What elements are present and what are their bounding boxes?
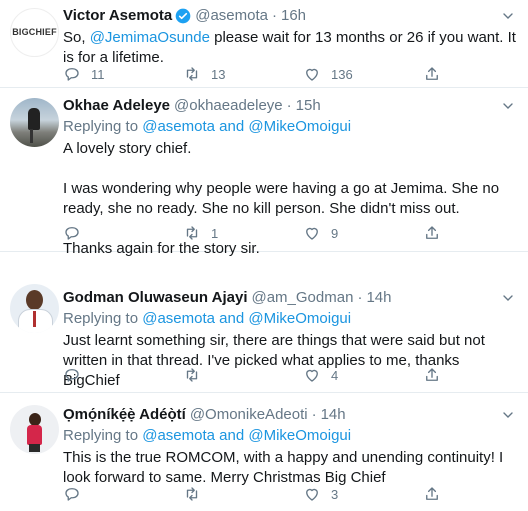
- tweet-actions: 4: [63, 366, 516, 384]
- share-button[interactable]: [423, 366, 441, 384]
- share-button[interactable]: [423, 224, 441, 242]
- timestamp[interactable]: 14h: [366, 288, 391, 308]
- tweet-text: So, @JemimaOsunde please wait for 13 mon…: [63, 29, 516, 66]
- like-icon: [306, 227, 318, 240]
- like-icon: [306, 68, 318, 81]
- avatar-figure-body: [27, 425, 42, 445]
- chevron-down-icon[interactable]: [500, 8, 516, 24]
- retweet-icon: [186, 487, 198, 501]
- reply-icon: [65, 227, 79, 240]
- avatar-figure: [28, 108, 40, 130]
- share-button[interactable]: [423, 65, 441, 83]
- reply-icon: [65, 68, 79, 81]
- mention-link[interactable]: @MikeOmoigui: [248, 427, 351, 444]
- like-button[interactable]: 3: [303, 485, 423, 503]
- like-icon: [306, 488, 318, 501]
- bigchief-logo: BIGCHIEF: [12, 27, 57, 37]
- tweet[interactable]: Godman Oluwaseun Ajayi @am_Godman · 14h …: [0, 252, 528, 393]
- share-icon: [426, 226, 438, 239]
- avatar-figure-tie: [33, 311, 36, 327]
- mention-link[interactable]: @JemimaOsunde: [90, 29, 210, 46]
- retweet-icon: [186, 226, 198, 240]
- reply-button[interactable]: [63, 224, 183, 242]
- reply-button[interactable]: [63, 485, 183, 503]
- tweet[interactable]: Okhae Adeleye @okhaeadeleye · 15h Replyi…: [0, 88, 528, 257]
- replying-to: Replying to @asemota and @MikeOmoigui: [63, 427, 352, 444]
- retweet-button[interactable]: [183, 485, 303, 503]
- mention-link[interactable]: @MikeOmoigui: [248, 118, 351, 135]
- chevron-down-icon[interactable]: [500, 290, 516, 306]
- retweet-button[interactable]: [183, 366, 303, 384]
- reply-icon: [65, 369, 79, 382]
- retweet-icon: [186, 368, 198, 382]
- tweet-actions: 3: [63, 485, 516, 503]
- reply-button[interactable]: [63, 366, 183, 384]
- user-handle[interactable]: @okhaeadeleye: [174, 96, 283, 116]
- share-icon: [426, 67, 438, 80]
- tweet-actions: 11 13 136: [63, 65, 516, 83]
- share-button[interactable]: [423, 485, 441, 503]
- replying-to: Replying to @asemota and @MikeOmoigui: [63, 310, 352, 327]
- like-button[interactable]: 136: [303, 65, 423, 83]
- mention-link[interactable]: @MikeOmoigui: [248, 310, 351, 327]
- like-button[interactable]: 9: [303, 224, 423, 242]
- like-count: 4: [331, 367, 339, 383]
- avatar[interactable]: BIGCHIEF: [10, 8, 59, 57]
- avatar[interactable]: [10, 284, 59, 333]
- share-icon: [426, 368, 438, 381]
- retweet-count: 13: [211, 66, 226, 82]
- user-handle[interactable]: @OmonikeAdeoti: [190, 405, 308, 425]
- reply-count: 11: [91, 66, 105, 82]
- mention-link[interactable]: @asemota: [142, 427, 215, 444]
- timestamp[interactable]: 14h: [321, 405, 346, 425]
- tweet[interactable]: BIGCHIEF Victor Asemota @asemota · 16h S…: [0, 0, 528, 88]
- retweet-icon: [186, 67, 198, 81]
- tweet-header: Victor Asemota @asemota · 16h: [63, 6, 516, 26]
- tweet-paragraph: A lovely story chief.: [63, 140, 192, 157]
- timestamp[interactable]: 15h: [296, 96, 321, 116]
- timestamp[interactable]: 16h: [281, 6, 306, 26]
- user-name[interactable]: Godman Oluwaseun Ajayi: [63, 288, 247, 308]
- user-handle[interactable]: @asemota: [195, 6, 268, 26]
- user-name[interactable]: Victor Asemota: [63, 6, 172, 26]
- user-handle[interactable]: @am_Godman: [251, 288, 353, 308]
- tweet-text: This is the true ROMCOM, with a happy an…: [63, 448, 516, 488]
- separator-dot: ·: [311, 406, 317, 423]
- reply-icon: [65, 488, 79, 501]
- share-icon: [426, 487, 438, 500]
- chevron-down-icon[interactable]: [500, 407, 516, 423]
- user-name[interactable]: Okhae Adeleye: [63, 96, 170, 116]
- retweet-button[interactable]: 13: [183, 65, 303, 83]
- tweet-header: Okhae Adeleye @okhaeadeleye · 15h: [63, 96, 516, 116]
- reply-button[interactable]: 11: [63, 65, 183, 83]
- user-name[interactable]: Ọmọ́níkẹ́ẹ̀ Adéọ̀tí: [63, 405, 186, 425]
- tweet-paragraph: I was wondering why people were having a…: [63, 180, 500, 217]
- separator-dot: ·: [286, 97, 292, 114]
- avatar-figure-legs: [29, 444, 40, 452]
- like-icon: [306, 369, 318, 382]
- separator-dot: ·: [271, 7, 277, 24]
- avatar[interactable]: [10, 98, 59, 147]
- chevron-down-icon[interactable]: [500, 98, 516, 114]
- mention-link[interactable]: @asemota: [142, 310, 215, 327]
- tweet[interactable]: Ọmọ́níkẹ́ẹ̀ Adéọ̀tí @OmonikeAdeoti · 14h…: [0, 393, 528, 511]
- verified-badge-icon: [175, 8, 191, 24]
- tweet-paragraph: This is the true ROMCOM, with a happy an…: [63, 449, 504, 486]
- mention-link[interactable]: @asemota: [142, 118, 215, 135]
- avatar-figure-leg: [30, 129, 33, 143]
- like-count: 9: [331, 225, 339, 241]
- tweet-actions: 1 9: [63, 224, 516, 242]
- replying-to: Replying to @asemota and @MikeOmoigui: [63, 118, 352, 135]
- retweet-button[interactable]: 1: [183, 224, 303, 242]
- tweet-header: Ọmọ́níkẹ́ẹ̀ Adéọ̀tí @OmonikeAdeoti · 14h: [63, 405, 516, 425]
- separator-dot: ·: [357, 289, 363, 306]
- like-count: 136: [331, 66, 353, 82]
- retweet-count: 1: [211, 225, 219, 241]
- avatar-figure-head: [26, 290, 43, 310]
- tweet-header: Godman Oluwaseun Ajayi @am_Godman · 14h: [63, 288, 516, 308]
- like-button[interactable]: 4: [303, 366, 423, 384]
- like-count: 3: [331, 486, 339, 502]
- avatar[interactable]: [10, 405, 59, 454]
